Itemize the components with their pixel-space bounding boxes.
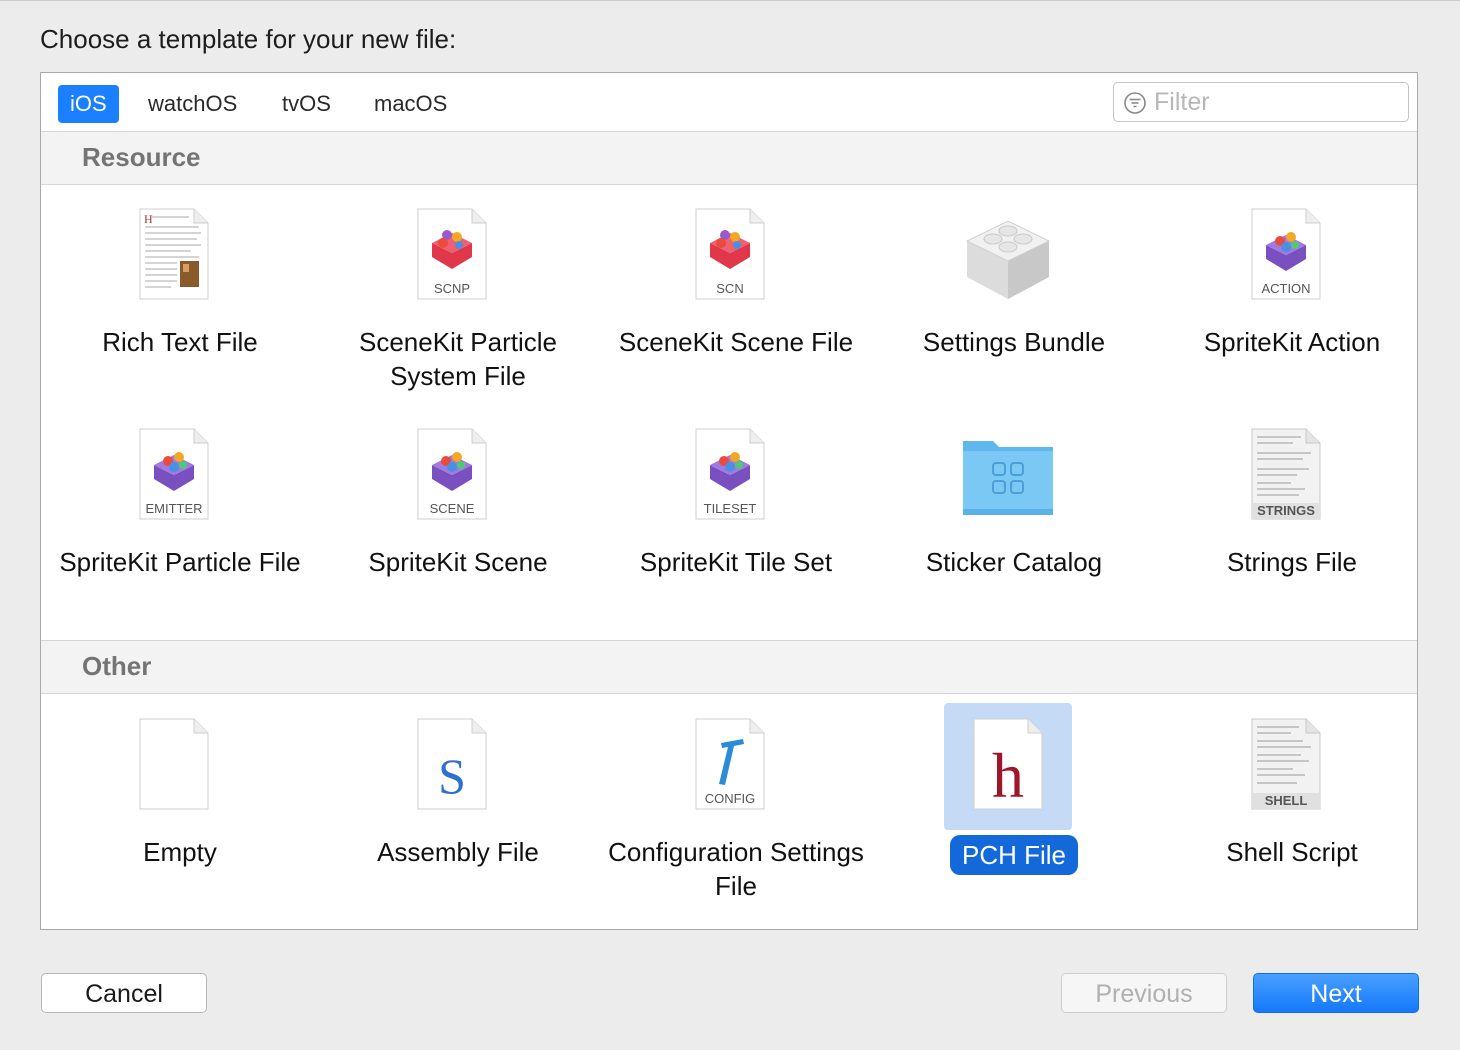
template-label: Shell Script <box>1226 837 1358 867</box>
template-badge: STRINGS <box>1257 503 1315 518</box>
template-label: SpriteKit Particle File <box>59 547 301 577</box>
lego-brick-icon <box>965 220 1051 299</box>
svg-text:H: H <box>144 212 153 226</box>
template-glyph: S <box>438 748 466 804</box>
tab-tvos[interactable]: tvOS <box>270 85 343 123</box>
template-label: Settings Bundle <box>922 327 1106 357</box>
config-document-icon: CONFIG <box>695 718 765 810</box>
template-label: PCH File <box>949 835 1078 875</box>
template-panel: iOS watchOS tvOS macOS Resource H <box>40 72 1418 930</box>
template-label: SpriteKit Tile Set <box>639 547 833 577</box>
template-badge: CONFIG <box>705 791 756 806</box>
rich-text-document-icon: H <box>139 208 209 300</box>
tab-macos[interactable]: macOS <box>362 85 459 123</box>
header-document-icon: h <box>973 718 1043 811</box>
template-label: SceneKit Scene File <box>618 327 854 357</box>
template-label: Configuration Settings File <box>608 837 864 901</box>
section-header-resource: Resource <box>41 132 1417 185</box>
cancel-button[interactable]: Cancel <box>41 973 207 1013</box>
template-label: SpriteKit Action <box>1203 327 1381 357</box>
filter-field[interactable] <box>1113 82 1409 122</box>
spritekit-tileset-icon: TILESET <box>695 428 765 520</box>
platform-tab-bar: iOS watchOS tvOS macOS <box>41 73 1417 132</box>
blank-document-icon <box>139 718 209 810</box>
shell-document-icon: SHELL <box>1251 718 1321 810</box>
previous-button[interactable]: Previous <box>1061 973 1227 1013</box>
filter-input[interactable] <box>1154 85 1394 119</box>
spritekit-emitter-icon: EMITTER <box>139 428 209 520</box>
spritekit-action-icon: ACTION <box>1251 208 1321 300</box>
template-label: Assembly File <box>377 837 539 867</box>
template-label-wrapper: PCH File <box>875 835 1153 875</box>
template-badge: TILESET <box>704 501 757 516</box>
strings-document-icon: STRINGS <box>1251 428 1321 520</box>
section-title: Resource <box>82 142 201 172</box>
template-label: Strings File <box>1226 547 1358 577</box>
spritekit-scene-icon: SCENE <box>417 428 487 520</box>
template-label: Sticker Catalog <box>925 547 1103 577</box>
window-top-border <box>0 0 1460 1</box>
section-header-other: Other <box>41 641 1417 694</box>
tab-watchos[interactable]: watchOS <box>136 85 249 123</box>
section-title: Other <box>82 651 152 681</box>
dialog-heading: Choose a template for your new file: <box>40 24 457 54</box>
tab-ios[interactable]: iOS <box>58 85 119 123</box>
scenekit-scene-icon: SCN <box>695 208 765 300</box>
template-label: SpriteKit Scene <box>368 547 548 577</box>
assembly-document-icon: S <box>417 718 487 810</box>
template-badge: EMITTER <box>145 501 202 516</box>
folder-icon <box>963 441 1053 515</box>
next-button[interactable]: Next <box>1253 973 1419 1013</box>
template-glyph: h <box>992 740 1024 811</box>
template-badge: SCENE <box>430 501 475 516</box>
filter-icon <box>1124 92 1146 114</box>
template-label: Empty <box>143 837 217 867</box>
scenekit-particle-icon: SCNP <box>417 208 487 300</box>
template-label: SceneKit Particle System File <box>359 327 557 391</box>
template-badge: SHELL <box>1265 793 1308 808</box>
template-label: Rich Text File <box>102 327 258 357</box>
template-badge: SCN <box>716 281 743 296</box>
template-badge: SCNP <box>434 281 470 296</box>
template-badge: ACTION <box>1261 281 1310 296</box>
